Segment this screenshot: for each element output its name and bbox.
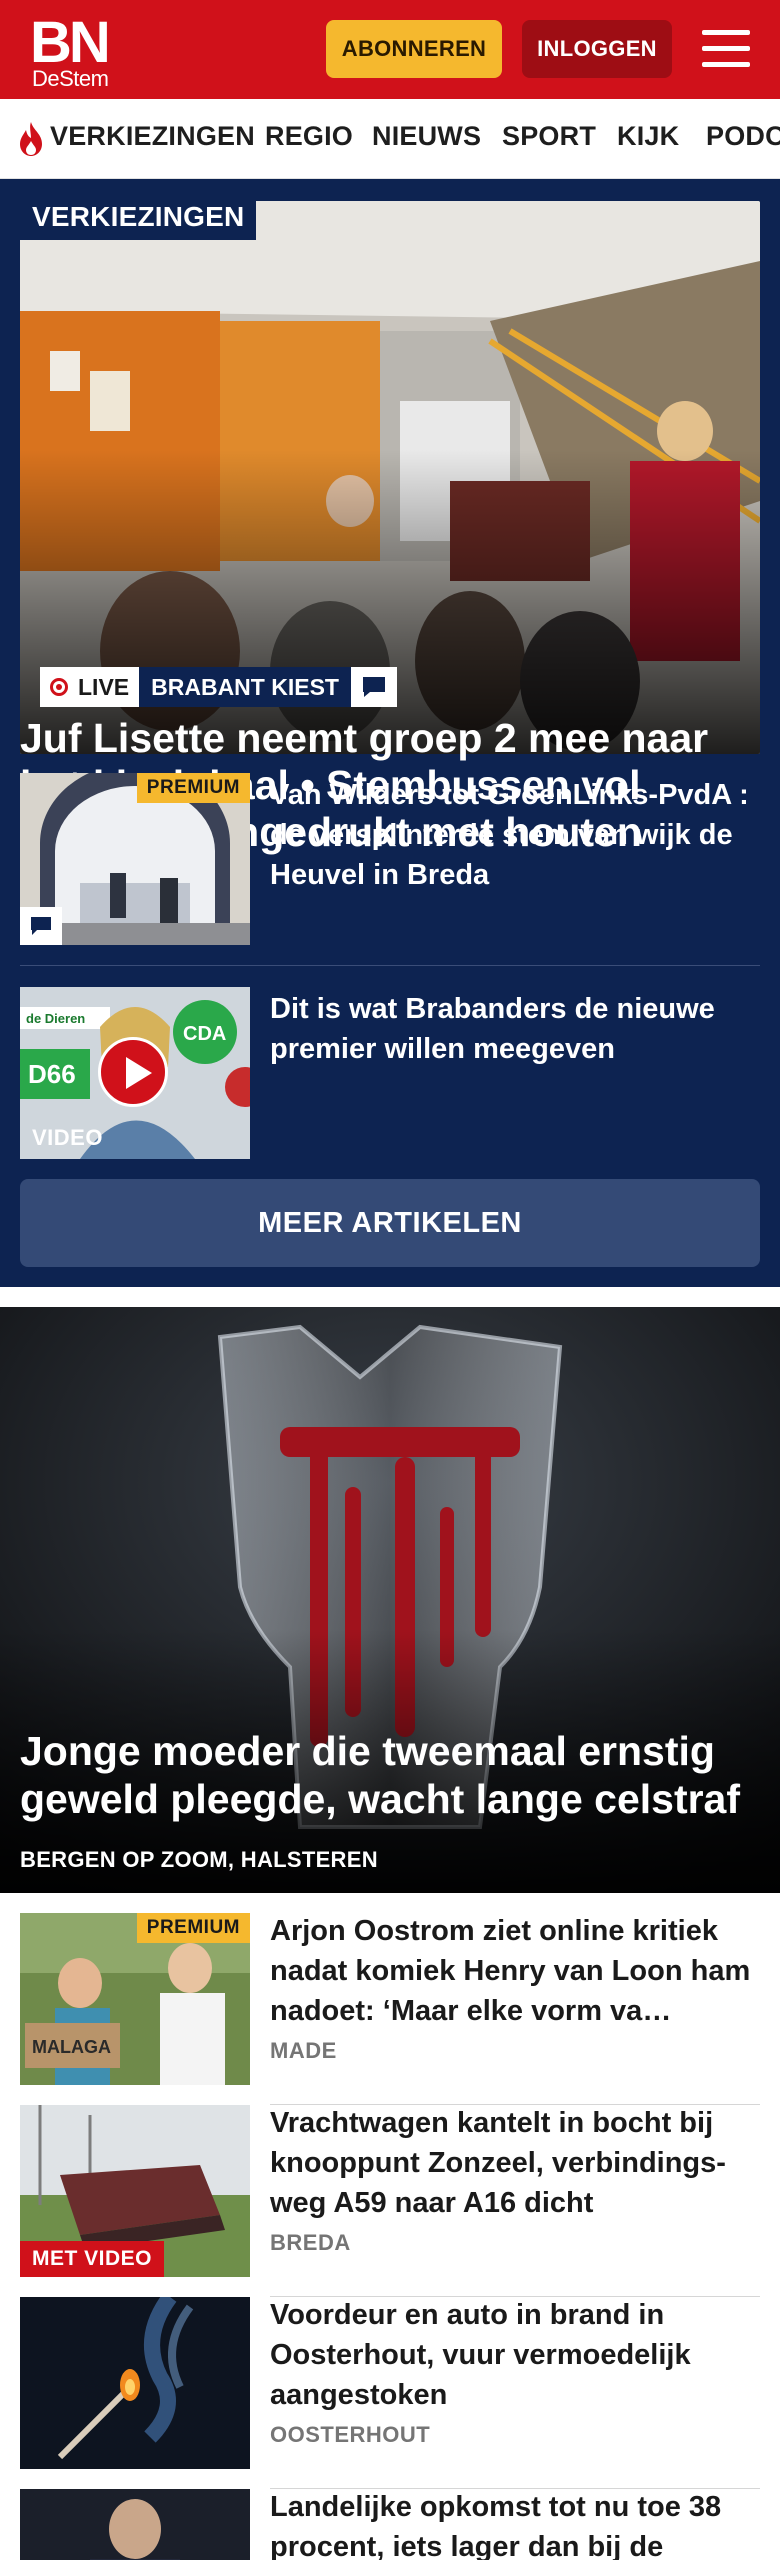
nav-item-sport[interactable]: SPORT xyxy=(502,121,596,152)
video-badge: MET VIDEO xyxy=(20,2241,165,2277)
nav-item-podcasts[interactable]: PODC xyxy=(706,121,780,152)
article-location: MADE xyxy=(270,2038,337,2063)
live-badge: LIVE xyxy=(40,667,140,707)
election-article-2[interactable]: de Dieren D66 CDA VIDEO Dit is wat Braba… xyxy=(20,987,760,1159)
list-item[interactable]: MET VIDEO Vrachtwagen kantelt in bocht b… xyxy=(20,2105,760,2297)
list-item[interactable]: Landelijke opkomst tot nu toe 38 procent… xyxy=(20,2489,760,2560)
more-articles-button[interactable]: MEER ARTIKELEN xyxy=(20,1179,760,1267)
comment-icon xyxy=(350,667,397,707)
thumb-text-cda: CDA xyxy=(183,1023,226,1045)
article-thumbnail: MET VIDEO xyxy=(20,2105,250,2277)
thumb-text-malaga: MALAGA xyxy=(32,2037,111,2057)
article-thumbnail xyxy=(20,2297,250,2469)
site-logo[interactable]: BN DeStem xyxy=(30,10,115,90)
live-dot-icon xyxy=(50,678,68,696)
list-item[interactable]: MALAGA PREMIUM Arjon Oostrom ziet online… xyxy=(20,1913,760,2105)
hamburger-menu-icon[interactable] xyxy=(702,28,750,70)
nav-item-nieuws[interactable]: NIEUWS xyxy=(372,121,481,152)
article-headline[interactable]: Landelijke opkomst tot nu toe 38 procent… xyxy=(270,2487,760,2560)
feature-location: BERGEN OP ZOOM, HALSTEREN xyxy=(20,1847,378,1872)
hero-badges: LIVE BRABANT KIEST xyxy=(40,667,397,707)
live-label: LIVE xyxy=(78,673,130,700)
login-button[interactable]: INLOGGEN xyxy=(522,20,672,78)
article-headline[interactable]: Dit is wat Brabanders de nieuwe premier … xyxy=(270,989,760,1069)
article-location: OOSTERHOUT xyxy=(270,2422,431,2447)
nav-item-verkiezingen[interactable]: VERKIEZINGEN xyxy=(50,121,255,152)
premium-badge: PREMIUM xyxy=(136,773,250,803)
topic-tag[interactable]: BRABANT KIEST xyxy=(139,667,351,707)
nav-item-regio[interactable]: REGIO xyxy=(265,121,353,152)
article-thumbnail xyxy=(20,2489,250,2560)
article-thumbnail: MALAGA PREMIUM xyxy=(20,1913,250,2085)
article-headline[interactable]: Arjon Oostrom ziet online kritiek nadat … xyxy=(270,1911,760,2031)
article-location: BREDA xyxy=(270,2230,351,2255)
subscribe-button[interactable]: ABONNEREN xyxy=(326,20,502,78)
election-article-1[interactable]: PREMIUM Van Wilders tot GroenLinks-PvdA … xyxy=(20,773,760,945)
article-headline[interactable]: Voordeur en auto in brand in Oosterhout,… xyxy=(270,2295,760,2415)
article-headline[interactable]: Vrachtwagen kantelt in bocht bij knooppu… xyxy=(270,2103,760,2223)
thumb-text-de-dieren: de Dieren xyxy=(26,1011,85,1026)
hero-article[interactable]: LIVE BRABANT KIEST xyxy=(20,201,760,754)
feature-headline[interactable]: Jonge moeder die tweemaal ernstig geweld… xyxy=(20,1727,770,1823)
feature-article[interactable]: Jonge moeder die tweemaal ernstig geweld… xyxy=(0,1307,780,1893)
article-thumbnail: PREMIUM xyxy=(20,773,250,945)
comment-icon xyxy=(20,907,62,945)
article-thumbnail: de Dieren D66 CDA VIDEO xyxy=(20,987,250,1159)
article-headline[interactable]: Van Wilders tot GroenLinks-PvdA : de ver… xyxy=(270,775,760,895)
logo-main-text: BN xyxy=(30,10,111,75)
logo-sub-text: DeStem xyxy=(32,66,109,91)
premium-badge: PREMIUM xyxy=(136,1913,250,1943)
video-label: VIDEO xyxy=(32,1125,103,1150)
thumb-text-d66: D66 xyxy=(28,1059,76,1089)
list-item[interactable]: Voordeur en auto in brand in Oosterhout,… xyxy=(20,2297,760,2489)
nav-item-kijk[interactable]: KIJK xyxy=(617,121,679,152)
play-icon[interactable] xyxy=(98,1037,168,1107)
elections-section: LIVE BRABANT KIEST VERKIEZINGEN Juf Lise… xyxy=(0,179,780,1287)
top-header: BN DeStem ABONNEREN INLOGGEN xyxy=(0,0,780,99)
flame-icon xyxy=(20,122,42,156)
section-label-verkiezingen[interactable]: VERKIEZINGEN xyxy=(20,194,257,240)
divider xyxy=(20,965,760,966)
main-navigation: VERKIEZINGEN REGIO NIEUWS SPORT KIJK POD… xyxy=(0,99,780,179)
